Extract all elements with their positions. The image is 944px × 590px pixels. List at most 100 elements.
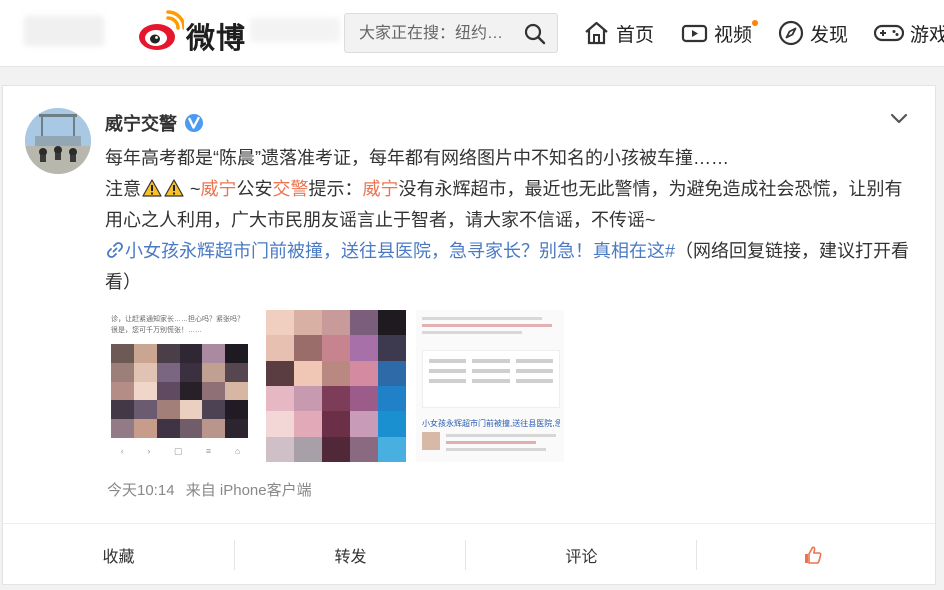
search-icon[interactable] [523,22,547,46]
weibo-logo[interactable]: 微博 [138,10,247,55]
tiny-search-grid [422,350,560,408]
warning-icon [164,179,184,197]
post-image-1[interactable]: 诊，让赶紧通知家长……担心吗？紧张吗？很是，您可千万别慌张！…… ‹ › ▢ ≡ ⌂ [109,310,252,462]
mosaic-cell [378,411,406,437]
mosaic-cell [294,411,322,437]
post-image-3[interactable]: 小女孩永辉超市门前被撞,送往县医院,急… [416,310,564,462]
forward-icon: › [147,446,151,456]
mosaic-cell [225,400,248,420]
action-bar: 收藏 转发 评论 [3,523,935,586]
post-source: 来自 iPhone客户端 [185,482,312,499]
comment-button[interactable]: 评论 [466,524,697,586]
mosaic-cell [202,362,226,382]
mosaic-cell [294,436,322,462]
mosaic-cell [156,381,180,401]
collect-button[interactable]: 收藏 [3,524,234,586]
mosaic-cell [179,400,203,420]
mosaic-cell [350,360,378,386]
mosaic-cell [111,381,134,401]
mosaic-cell [322,436,350,462]
logo-text: 微博 [186,23,247,55]
mosaic-cell [225,381,248,401]
post-image-2[interactable] [266,310,406,462]
highlight-keyword: 交警 [272,179,309,199]
mosaic-cell [294,335,322,361]
nav-games[interactable]: 游戏 [874,18,944,48]
mosaic-cell [378,360,406,386]
author-name-text: 威宁交警 [105,114,177,134]
mosaic-cell [322,335,350,361]
mosaic-cell [266,335,294,361]
mosaic-cell [266,436,294,462]
mosaic-cell [179,344,203,363]
post-text-segment: 公安 [236,179,273,199]
weibo-eye-icon [139,10,186,50]
search-input[interactable] [357,22,521,46]
mosaic-cell [294,310,322,336]
nav-video[interactable]: 视频 [681,18,752,48]
nav-discover[interactable]: 发现 [778,18,848,48]
mosaic-cell [156,400,180,420]
like-button[interactable] [697,524,928,586]
topic-link[interactable]: 小女孩永辉超市门前被撞，送往县医院，急寻家长？别急！真相在这# [105,241,675,261]
mosaic-cell [202,419,226,438]
post-paragraph-2: 注意 ~威宁公安交警提示：威宁没有永辉超市，最近也无此警情，为避免造成社会恐慌，… [105,174,915,236]
compass-icon [778,20,804,46]
home-icon: ⌂ [234,446,241,456]
mosaic-cell [111,362,134,382]
author-name[interactable]: 威宁交警 [105,110,204,136]
top-nav-bar: 微博 首页 视频 发现 [0,0,944,67]
mosaic-cell [225,419,248,438]
mosaic-cell [179,381,203,401]
phone-nav-bar: ‹ › ▢ ≡ ⌂ [109,440,252,462]
highlight-keyword: 威宁 [200,179,237,199]
mosaic-cell [266,310,294,336]
nav-home[interactable]: 首页 [583,18,654,48]
gamepad-icon [874,24,904,42]
home-icon [585,21,608,45]
mosaic-cell [133,344,157,363]
post-line-1: 每年高考都是“陈晨”遗落准考证，每年都有网络图片中不知名的小孩被车撞…… [105,148,729,168]
thumbs-up-icon [804,546,821,564]
thumb-headline: 小女孩永辉超市门前被撞,送往县医院,急… [422,419,560,428]
post-time[interactable]: 今天10:14 [107,482,175,499]
mosaic-cell [378,436,406,462]
post-meta: 今天10:14 来自 iPhone客户端 [107,479,312,500]
video-new-badge [752,20,758,26]
post-text-segment: ~ [190,179,201,199]
avatar-image [25,108,91,174]
mosaic-cell [156,344,180,363]
tabs-icon: ▢ [173,445,183,456]
thumb-small-image [422,432,440,450]
mosaic-cell [133,400,157,420]
mosaic-cell [378,335,406,361]
link-icon [107,242,123,258]
tiny-text-lines [446,434,556,451]
mosaic-cell [378,386,406,412]
mosaic-cell [350,335,378,361]
mosaic-cell [156,362,180,382]
mosaic-cell [111,419,134,438]
nav-home-label: 首页 [616,24,655,46]
post-text-segment: 注意 [105,179,141,199]
avatar[interactable] [25,108,91,174]
search-box [344,13,558,53]
warning-icon [142,179,162,197]
post-text: 每年高考都是“陈晨”遗落准考证，每年都有网络图片中不知名的小孩被车撞…… 注意 … [105,143,915,298]
chevron-down-icon[interactable] [889,112,909,126]
post-paragraph-3: 小女孩永辉超市门前被撞，送往县医院，急寻家长？别急！真相在这#（网络回复链接，建… [105,236,915,298]
mosaic-cell [294,360,322,386]
comment-label: 评论 [565,549,598,566]
mosaic-cell [266,411,294,437]
nav-discover-label: 发现 [810,24,849,46]
mosaic-cell [294,386,322,412]
highlight-keyword: 威宁 [362,179,399,199]
blurred-region [250,18,340,42]
tiny-text-lines [422,314,558,340]
mosaic-cell [179,362,203,382]
mosaic-cell [156,419,180,438]
menu-icon: ≡ [205,446,212,456]
repost-button[interactable]: 转发 [235,524,466,586]
pixelated-photo [266,310,406,462]
blurred-region [24,16,104,46]
